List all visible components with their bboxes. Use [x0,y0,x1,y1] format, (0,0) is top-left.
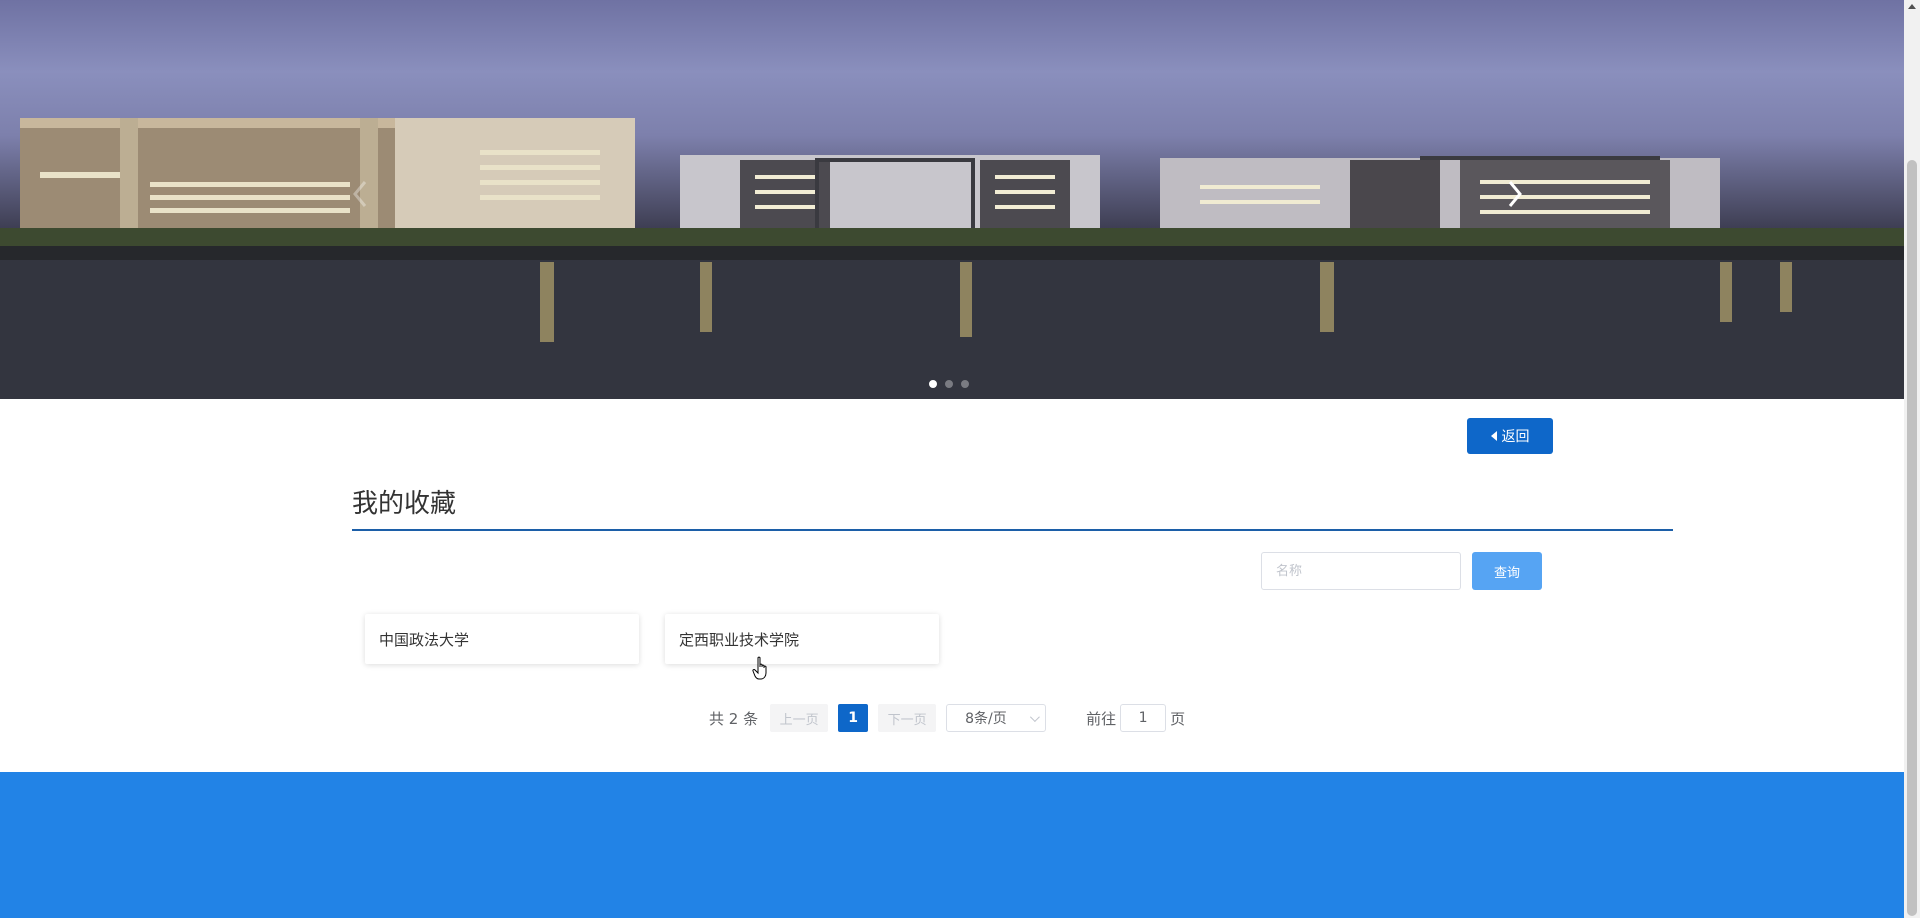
search-button[interactable]: 查询 [1472,552,1542,590]
carousel-prev-button[interactable] [352,180,392,220]
favorite-card[interactable]: 中国政法大学 [365,614,639,664]
carousel-indicators [929,380,969,388]
scroll-up-arrow-icon[interactable] [1908,4,1916,9]
pagination-total: 共 2 条 [709,709,759,728]
favorite-card[interactable]: 定西职业技术学院 [665,614,939,664]
campus-night-lake-photo [0,118,1904,399]
chevron-down-icon [1030,711,1040,722]
chevron-right-icon [1508,181,1522,207]
page-suffix-label: 页 [1170,709,1186,728]
back-button-label: 返回 [1501,429,1530,445]
goto-page-input[interactable] [1120,704,1167,732]
scrollbar-thumb[interactable] [1907,160,1917,916]
carousel-dot-1[interactable] [929,380,937,388]
vertical-scrollbar[interactable] [1904,0,1920,918]
page-title: 我的收藏 [352,489,457,519]
back-button[interactable]: 返回 [1467,418,1553,454]
footer [0,772,1904,918]
favorite-card-name: 中国政法大学 [379,630,470,649]
pagination: 共 2 条 上一页 1 下一页 8条/页 前往 页 [709,704,1185,732]
search-input[interactable] [1261,552,1461,590]
page-number-button[interactable]: 1 [838,704,869,732]
carousel-next-button[interactable] [1507,180,1547,220]
page-size-select[interactable]: 8条/页 [946,704,1047,732]
prev-page-button[interactable]: 上一页 [770,704,829,732]
page-size-value: 8条/页 [965,711,1007,727]
goto-label: 前往 [1086,709,1117,728]
title-divider [352,529,1673,531]
page: 返回 我的收藏 查询 中国政法大学 定西职业技术学院 共 2 条 上一页 1 下… [0,0,1904,918]
carousel-dot-2[interactable] [945,380,953,388]
chevron-left-icon [353,181,367,207]
favorite-card-name: 定西职业技术学院 [679,630,800,649]
banner-carousel [0,0,1904,399]
caret-left-icon [1490,431,1497,441]
carousel-dot-3[interactable] [961,380,969,388]
next-page-button[interactable]: 下一页 [878,704,937,732]
